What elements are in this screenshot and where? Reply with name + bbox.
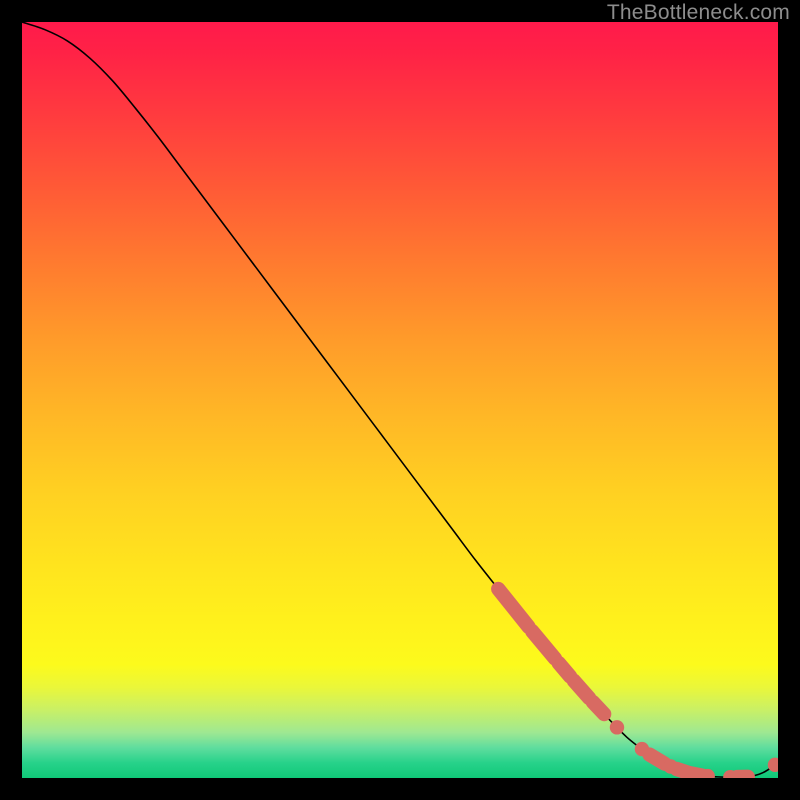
- marker-dot: [768, 758, 778, 772]
- chart-stage: TheBottleneck.com: [0, 0, 800, 800]
- marker-pill: [498, 589, 528, 627]
- marker-dot: [610, 720, 624, 734]
- marker-pill: [593, 702, 604, 714]
- chart-svg: [22, 22, 778, 778]
- marker-pill: [559, 663, 570, 676]
- marker-pill: [532, 631, 555, 658]
- plot-area: [22, 22, 778, 778]
- marker-pill: [649, 755, 664, 764]
- marker-pill: [574, 681, 589, 698]
- bottleneck-curve: [22, 22, 778, 777]
- highlight-markers: [498, 589, 778, 778]
